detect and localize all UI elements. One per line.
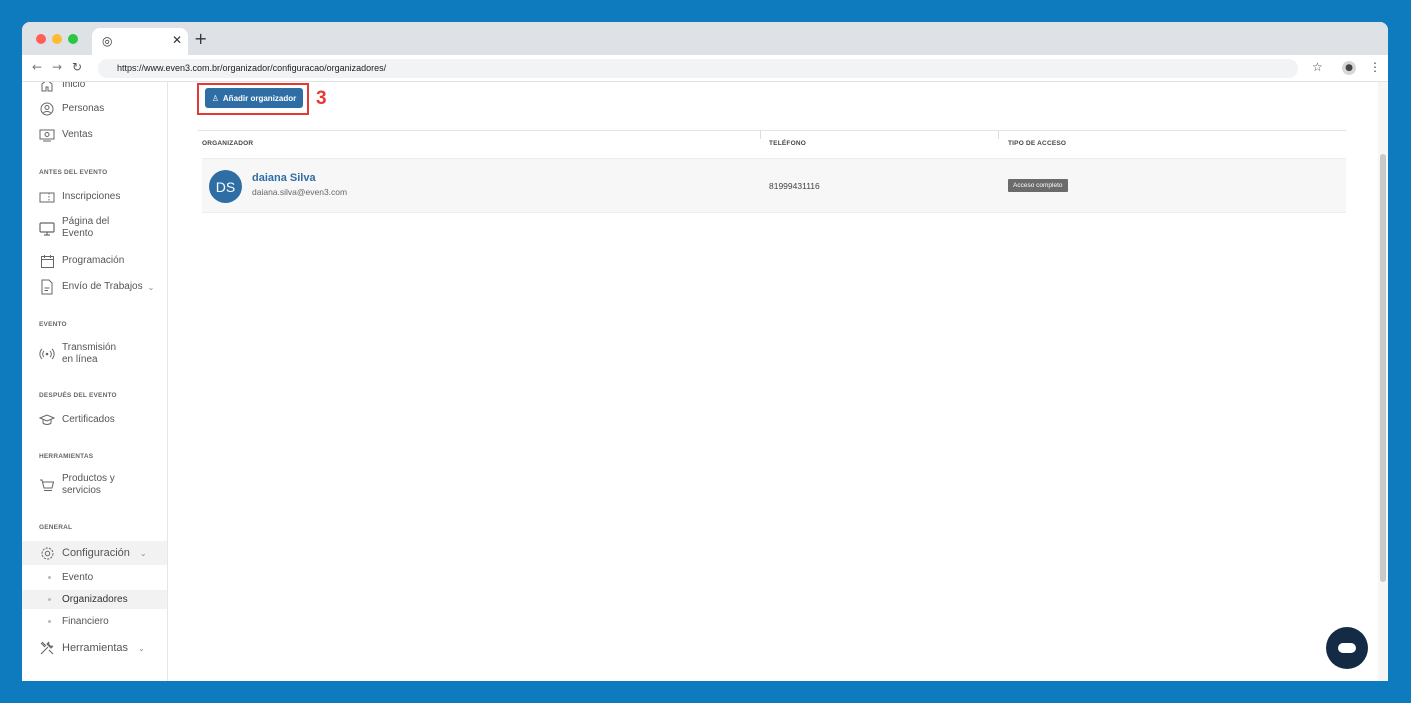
column-header-tipo-de-acceso: TIPO DE ACCESO (1008, 140, 1067, 147)
sidebar: Inicio Personas Ventas ANTES DEL EVENTO … (22, 82, 168, 681)
step-annotation: 3 (316, 88, 327, 109)
menu-kebab-icon[interactable]: ⋮ (1369, 60, 1381, 74)
sidebar-item-pagina-del-evento[interactable]: Página del Evento (22, 214, 167, 242)
user-icon: ♙ (211, 93, 219, 103)
sidebar-subitem-financiero[interactable]: Financiero (22, 612, 167, 631)
sidebar-item-label: Programación (62, 255, 125, 266)
gear-icon (39, 545, 55, 561)
calendar-icon (39, 253, 55, 269)
chevron-down-icon: ⌄ (138, 643, 145, 653)
scrollbar-thumb[interactable] (1380, 154, 1386, 582)
add-organizer-label: Añadir organizador (222, 93, 297, 103)
column-header-organizador: ORGANIZADOR (202, 140, 254, 147)
sidebar-item-label: Configuración (62, 547, 130, 559)
home-icon (39, 82, 55, 93)
close-window-button[interactable] (36, 34, 46, 44)
vertical-scrollbar[interactable] (1378, 82, 1388, 681)
sidebar-item-label: Página del Evento (62, 216, 110, 239)
monitor-icon (39, 220, 55, 236)
new-tab-button[interactable]: + (194, 29, 207, 48)
table-header: ORGANIZADOR TELÉFONO TIPO DE ACCESO (198, 130, 1346, 158)
bullet-icon (48, 576, 51, 579)
broadcast-icon (39, 346, 55, 362)
sidebar-item-inscripciones[interactable]: Inscripciones (22, 187, 167, 207)
sidebar-subitem-evento[interactable]: Evento (22, 568, 167, 587)
sidebar-subitem-label: Evento (62, 572, 94, 583)
sidebar-item-label: Transmisión en línea (62, 342, 117, 365)
sidebar-subitem-label: Organizadores (62, 594, 128, 605)
document-icon (39, 279, 55, 295)
sidebar-item-label: Herramientas (62, 642, 129, 654)
sidebar-item-productos[interactable]: Productos y servicios (22, 471, 167, 499)
tools-icon (39, 640, 55, 656)
sidebar-item-label: Envío de Trabajos (62, 281, 143, 292)
section-general: GENERAL (39, 524, 73, 531)
sidebar-item-inicio[interactable]: Inicio (22, 82, 167, 94)
chrome-icon: ◎ (102, 34, 113, 48)
cart-icon (39, 477, 55, 493)
avatar: DS (209, 170, 242, 203)
add-organizer-button[interactable]: ♙ Añadir organizador (205, 88, 303, 108)
bookmark-star-icon[interactable]: ☆ (1312, 60, 1323, 74)
sidebar-item-transmision[interactable]: Transmisión en línea (22, 340, 167, 368)
sidebar-item-personas[interactable]: Personas (22, 100, 167, 118)
sidebar-item-label: Ventas (62, 129, 93, 140)
sidebar-item-certificados[interactable]: Certificados (22, 410, 167, 430)
organizer-name-link[interactable]: daiana Silva (252, 172, 316, 184)
profile-avatar-icon[interactable]: ● (1342, 61, 1356, 75)
back-arrow-icon[interactable]: ← (32, 60, 42, 74)
column-divider (760, 131, 761, 139)
money-icon (39, 127, 55, 143)
section-despues-del-evento: DESPUÉS DEL EVENTO (39, 392, 117, 399)
sidebar-item-label: Inscripciones (62, 191, 121, 202)
chat-widget-button[interactable] (1326, 627, 1368, 669)
column-divider (998, 131, 999, 139)
address-bar-row: ← → ↻ https://www.even3.com.br/organizad… (22, 55, 1388, 82)
ticket-icon (39, 189, 55, 205)
sidebar-item-programacion[interactable]: Programación (22, 252, 167, 270)
sidebar-item-label: Personas (62, 103, 105, 114)
forward-arrow-icon[interactable]: → (52, 60, 62, 74)
section-antes-del-evento: ANTES DEL EVENTO (39, 169, 108, 176)
sidebar-item-ventas[interactable]: Ventas (22, 126, 167, 144)
organizer-phone: 81999431116 (769, 181, 820, 191)
chevron-down-icon: ⌄ (147, 282, 155, 292)
browser-window: ◎ ✕ + ← → ↻ https://www.even3.com.br/org… (22, 22, 1388, 681)
bullet-icon (48, 620, 51, 623)
minimize-window-button[interactable] (52, 34, 62, 44)
graduation-cap-icon (39, 412, 55, 428)
chevron-down-icon: ⌄ (139, 548, 147, 558)
main-content: ♙ Añadir organizador 3 ORGANIZADOR TELÉF… (169, 82, 1378, 681)
column-header-telefono: TELÉFONO (769, 140, 806, 147)
sidebar-item-envio-de-trabajos[interactable]: Envío de Trabajos ⌄ (22, 277, 167, 297)
section-herramientas: HERRAMIENTAS (39, 453, 94, 460)
sidebar-item-label: Inicio (62, 82, 86, 90)
bullet-icon (48, 598, 51, 601)
sidebar-item-label: Certificados (62, 414, 115, 425)
organizer-email: daiana.silva@even3.com (252, 187, 348, 197)
access-type-badge: Acceso completo (1008, 179, 1068, 192)
sidebar-item-configuracion[interactable]: Configuración ⌄ (22, 541, 167, 565)
sidebar-item-label: Productos y servicios (62, 473, 115, 496)
sidebar-subitem-organizadores[interactable]: Organizadores (22, 590, 167, 609)
reload-icon[interactable]: ↻ (72, 60, 82, 74)
tab-bar: ◎ ✕ + (22, 22, 1388, 55)
url-input[interactable]: https://www.even3.com.br/organizador/con… (98, 59, 1298, 78)
maximize-window-button[interactable] (68, 34, 78, 44)
sidebar-subitem-label: Financiero (62, 616, 109, 627)
table-row[interactable]: DS daiana Silva daiana.silva@even3.com 8… (202, 158, 1346, 213)
browser-tab[interactable]: ◎ ✕ (92, 28, 188, 55)
sidebar-item-herramientas[interactable]: Herramientas ⌄ (22, 637, 167, 659)
close-tab-icon[interactable]: ✕ (172, 33, 182, 47)
person-icon (39, 101, 55, 117)
chat-bubble-icon (1338, 643, 1356, 653)
section-evento: EVENTO (39, 321, 67, 328)
